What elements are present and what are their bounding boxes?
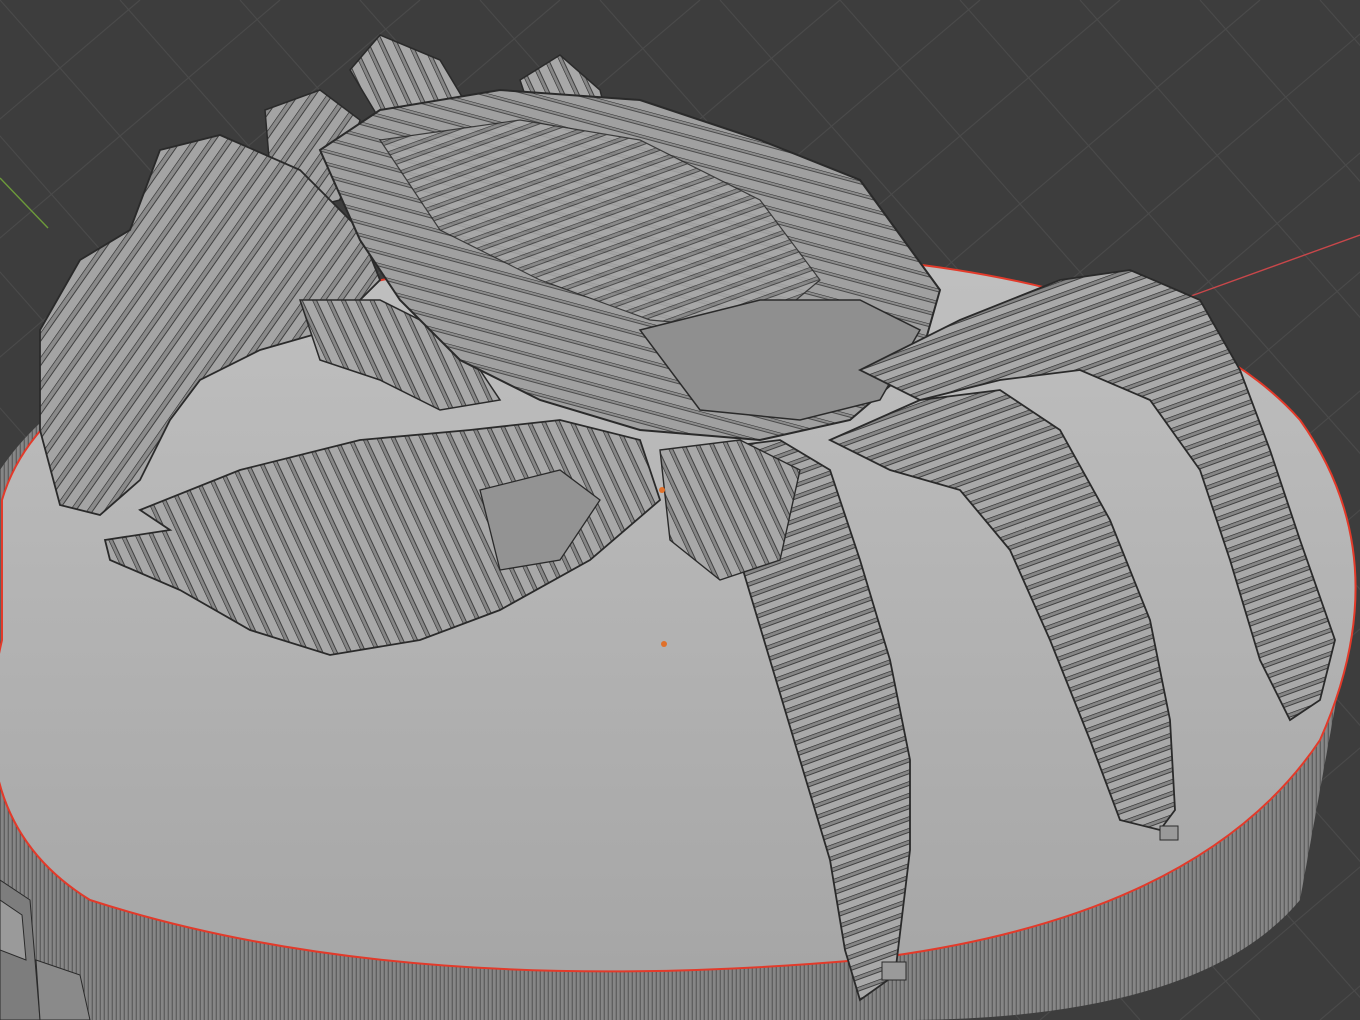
- origin-dot-icon[interactable]: [661, 641, 667, 647]
- origin-dot-icon[interactable]: [659, 487, 665, 493]
- 3d-viewport[interactable]: [0, 0, 1360, 1020]
- viewport-canvas[interactable]: [0, 0, 1360, 1020]
- crab-leg-tip: [881, 961, 907, 981]
- crab-leg-tip: [1159, 825, 1179, 841]
- x-axis-line: [1179, 234, 1360, 301]
